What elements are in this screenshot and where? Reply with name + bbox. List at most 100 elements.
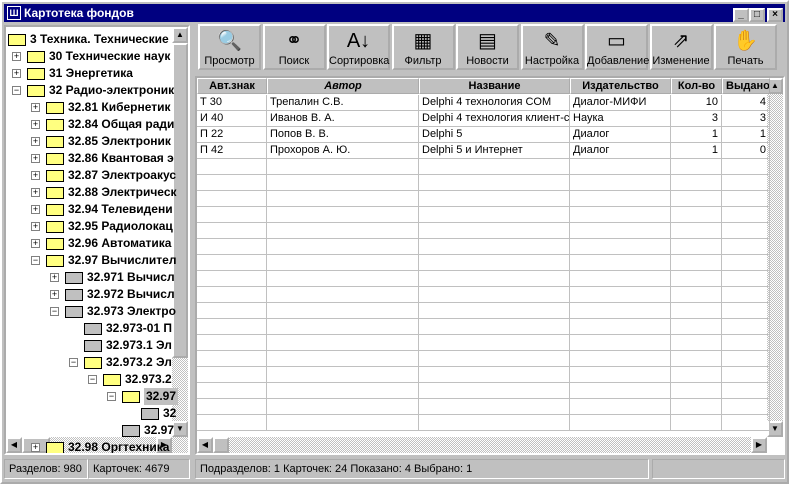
books-grid[interactable]: ▲ ▼ ◀ ▶ Авт.знак Автор Название Издательств…	[195, 76, 785, 455]
tree-item[interactable]: +32.972 Вычисл	[50, 286, 175, 303]
table-cell	[197, 383, 267, 399]
collapse-icon[interactable]: −	[69, 358, 78, 367]
category-tree[interactable]: ▲ ▼ ◀ ▶ 3 Техника. Технические +30 Технич…	[4, 25, 190, 455]
tree-item[interactable]: +32.85 Электроник	[31, 133, 171, 150]
column-header[interactable]: Авт.знак	[197, 78, 267, 94]
column-header[interactable]: Издательство	[570, 78, 671, 94]
folder-icon	[65, 305, 83, 318]
grid-horizontal-scrollbar[interactable]: ◀ ▶	[197, 437, 767, 453]
scroll-down-button[interactable]: ▼	[172, 421, 188, 437]
expand-icon[interactable]: +	[31, 120, 40, 129]
expand-icon[interactable]: +	[31, 239, 40, 248]
tree-item[interactable]: +31 Энергетика	[12, 65, 133, 82]
tree-item[interactable]: − 32.973 Электро	[50, 303, 176, 320]
toolbar-button-5[interactable]: ▤ Новости	[456, 24, 519, 70]
toolbar-button-2[interactable]: ⚭ Поиск	[262, 24, 326, 70]
tree-item[interactable]: − 32.97	[107, 388, 179, 405]
expand-icon[interactable]: +	[31, 222, 40, 231]
tree-item[interactable]: +32.95 Радиолокац	[31, 218, 173, 235]
table-row[interactable]: Т 30 Трепалин С.В. Delphi 4 технология COM…	[197, 95, 770, 111]
tree-item[interactable]: +32.96 Автоматика	[31, 235, 171, 252]
table-row[interactable]	[197, 159, 770, 175]
table-row[interactable]	[197, 271, 770, 287]
expand-icon[interactable]: +	[31, 171, 40, 180]
collapse-icon[interactable]: −	[12, 86, 21, 95]
table-row[interactable]	[197, 223, 770, 239]
grid-scroll-left-button[interactable]: ◀	[197, 437, 213, 453]
tree-item[interactable]: +32.971 Вычисл	[50, 269, 175, 286]
tree-item[interactable]: +32.94 Телевидени	[31, 201, 173, 218]
toolbar-button-3[interactable]: A↓ Сортировка	[327, 24, 390, 70]
minimize-button[interactable]: _	[733, 8, 749, 22]
expand-icon[interactable]: +	[31, 188, 40, 197]
tree-item[interactable]: 32	[126, 405, 176, 422]
table-row[interactable]	[197, 191, 770, 207]
table-row[interactable]	[197, 367, 770, 383]
column-header[interactable]: Кол-во	[671, 78, 722, 94]
tree-item[interactable]: 32.97	[107, 422, 174, 439]
table-cell	[267, 319, 419, 335]
tree-item[interactable]: +32.86 Квантовая э	[31, 150, 174, 167]
tree-item[interactable]: − 32.973.2	[88, 371, 172, 388]
expand-icon[interactable]: +	[50, 273, 59, 282]
table-row[interactable]	[197, 335, 770, 351]
expand-icon[interactable]: +	[12, 52, 21, 61]
grid-hscroll-thumb[interactable]	[213, 437, 229, 453]
tree-item[interactable]: +30 Технические наук	[12, 48, 170, 65]
tree-item[interactable]: +32.81 Кибернетик	[31, 99, 171, 116]
toolbar-button-7[interactable]: ▭ Добавление	[585, 24, 649, 70]
expand-icon[interactable]: +	[31, 443, 40, 452]
toolbar-button-6[interactable]: ✎ Настройка	[520, 24, 584, 70]
toolbar-button-8[interactable]: ⇗ Изменение	[649, 24, 713, 70]
maximize-button[interactable]: □	[749, 8, 765, 22]
table-row[interactable]: П 42 Прохоров А. Ю. Delphi 5 и Интернет Диа…	[197, 143, 770, 159]
toolbar-button-1[interactable]: 🔍 Просмотр	[198, 24, 261, 70]
table-row[interactable]	[197, 207, 770, 223]
tree-item[interactable]: − 32 Радио-электроник	[12, 82, 174, 99]
collapse-icon[interactable]: −	[50, 307, 59, 316]
tree-vertical-scrollbar[interactable]: ▲ ▼	[172, 27, 188, 437]
table-row[interactable]	[197, 175, 770, 191]
table-row[interactable]	[197, 255, 770, 271]
tree-item[interactable]: +32.84 Общая ради	[31, 116, 174, 133]
tree-item[interactable]: +32.87 Электроакус	[31, 167, 176, 184]
close-button[interactable]: ×	[767, 8, 783, 22]
expand-icon[interactable]: +	[31, 137, 40, 146]
tree-item[interactable]: +32.88 Электрическ	[31, 184, 177, 201]
table-row[interactable]	[197, 303, 770, 319]
tree-item[interactable]: +32.98 Оргтехника	[31, 439, 169, 453]
toolbar-button-label: Поиск	[278, 55, 310, 67]
table-row[interactable]	[197, 239, 770, 255]
toolbar-button-9[interactable]: ✋ Печать	[714, 24, 777, 70]
column-header[interactable]: Название	[419, 78, 570, 94]
toolbar: 🔍 Просмотр ⚭ Поиск A↓ Сортировка ▦ Фильтр ▤ Новос…	[198, 24, 785, 72]
expand-icon[interactable]: +	[31, 205, 40, 214]
table-row[interactable]	[197, 351, 770, 367]
expand-icon[interactable]: +	[31, 154, 40, 163]
column-header[interactable]: Выдано	[722, 78, 770, 94]
collapse-icon[interactable]: −	[107, 392, 116, 401]
table-row[interactable]	[197, 415, 770, 431]
column-header[interactable]: Автор	[267, 78, 419, 94]
expand-icon[interactable]: +	[50, 290, 59, 299]
table-row[interactable]	[197, 399, 770, 415]
tree-item[interactable]: 32.973.1 Эл	[69, 337, 172, 354]
expand-icon[interactable]: +	[12, 69, 21, 78]
collapse-icon[interactable]: −	[88, 375, 97, 384]
tree-item[interactable]: − 32.973.2 Эл	[69, 354, 172, 371]
collapse-icon[interactable]: −	[31, 256, 40, 265]
table-row[interactable]	[197, 383, 770, 399]
toolbar-button-4[interactable]: ▦ Фильтр	[391, 24, 455, 70]
table-row[interactable]: П 22 Попов В. В. Delphi 5 Диалог 1 1	[197, 127, 770, 143]
table-row[interactable]	[197, 319, 770, 335]
table-row[interactable]: И 40 Иванов В. А. Delphi 4 технология клие…	[197, 111, 770, 127]
grid-scroll-right-button[interactable]: ▶	[751, 437, 767, 453]
expand-icon[interactable]: +	[31, 103, 40, 112]
tree-item[interactable]: − 32.97 Вычислител	[31, 252, 176, 269]
table-row[interactable]	[197, 287, 770, 303]
tree-item[interactable]: 32.973-01 П	[69, 320, 172, 337]
table-cell: Диалог	[570, 127, 671, 143]
tree-item[interactable]: 3 Техника. Технические	[8, 31, 169, 48]
scroll-left-button[interactable]: ◀	[6, 437, 22, 453]
scroll-up-button[interactable]: ▲	[172, 27, 188, 43]
